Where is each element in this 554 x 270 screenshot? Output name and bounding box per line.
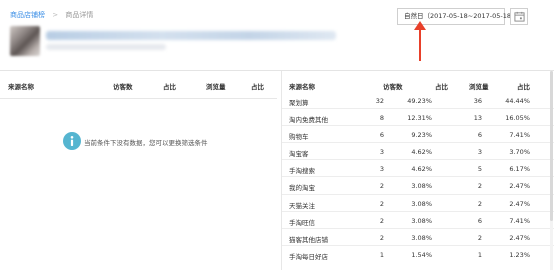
table-row: 购物车 6 9.23% 6 7.41%	[282, 126, 554, 144]
table-row: 我的淘宝 2 3.08% 2 2.47%	[282, 177, 554, 195]
visitor-ratio: 9.23%	[411, 131, 432, 140]
source-name: 天猫关注	[289, 201, 315, 210]
header-source-name: 来源名称	[8, 83, 34, 91]
view-ratio: 2.47%	[509, 199, 530, 208]
view-count: 6	[477, 216, 482, 225]
visitor-count: 3	[379, 165, 384, 174]
table-row: 淘宝客 3 4.62% 3 3.70%	[282, 143, 554, 161]
table-row: 手淘搜索 3 4.62% 5 6.17%	[282, 160, 554, 178]
right-source-table: 来源名称 访客数 占比 浏览量 占比 聚划算 32 49.23% 36 44.44% 淘内…	[281, 71, 554, 270]
visitor-count: 2	[379, 233, 384, 242]
breadcrumb-parent-link[interactable]: 商品店铺榜	[10, 11, 45, 19]
view-count: 13	[473, 114, 482, 123]
source-name: 猫客其他店铺	[289, 235, 328, 244]
view-count: 2	[477, 233, 482, 242]
view-ratio: 7.41%	[509, 216, 530, 225]
header-view-ratio: 占比	[517, 83, 530, 91]
visitor-count: 8	[379, 114, 384, 123]
breadcrumb-separator: >	[52, 11, 59, 19]
table-row: 淘内免费其他 8 12.31% 13 16.05%	[282, 109, 554, 127]
source-name: 手淘每日好店	[289, 252, 328, 261]
product-info	[10, 26, 340, 56]
visitor-ratio: 3.08%	[411, 233, 432, 242]
visitor-ratio: 3.08%	[411, 216, 432, 225]
header-visitors[interactable]: 访客数	[383, 81, 403, 91]
breadcrumb: 商品店铺榜 > 商品详情	[10, 10, 93, 20]
left-source-table: 来源名称 访客数 占比 浏览量 占比 当前条件下没有数据，您可以更换筛选条件	[0, 71, 277, 270]
view-ratio: 2.47%	[509, 233, 530, 242]
product-subtitle-redacted	[46, 44, 166, 50]
info-icon	[63, 132, 81, 150]
calendar-icon	[514, 11, 525, 22]
header-visitors[interactable]: 访客数	[113, 81, 133, 91]
visitor-ratio: 4.62%	[411, 165, 432, 174]
view-count: 6	[477, 131, 482, 140]
view-ratio: 3.70%	[509, 148, 530, 157]
view-count: 3	[477, 148, 482, 157]
visitor-count: 2	[379, 182, 384, 191]
view-ratio: 16.05%	[505, 114, 530, 123]
view-count: 2	[477, 199, 482, 208]
table-row: 猫客其他店铺 2 3.08% 2 2.47%	[282, 229, 554, 246]
scrollbar-thumb[interactable]	[550, 71, 553, 221]
visitor-count: 2	[379, 199, 384, 208]
visitor-count: 2	[379, 216, 384, 225]
view-ratio: 1.23%	[509, 250, 530, 259]
visitor-ratio: 3.08%	[411, 199, 432, 208]
header-views[interactable]: 浏览量	[206, 81, 226, 91]
breadcrumb-current: 商品详情	[65, 11, 94, 19]
view-count: 1	[477, 250, 482, 259]
visitor-ratio: 1.54%	[411, 250, 432, 259]
header-view-ratio: 占比	[251, 83, 264, 91]
visitor-count: 32	[375, 97, 384, 105]
view-count: 2	[477, 182, 482, 191]
right-table-body: 聚划算 32 49.23% 36 44.44% 淘内免费其他 8 12.31% 13 16.05%…	[282, 92, 554, 263]
view-ratio: 6.17%	[509, 165, 530, 174]
header-visitor-ratio: 占比	[435, 83, 448, 91]
visitor-ratio: 12.31%	[407, 114, 432, 123]
view-ratio: 44.44%	[505, 97, 530, 105]
visitor-ratio: 49.23%	[407, 97, 432, 105]
source-name: 淘内免费其他	[289, 116, 328, 125]
header-visitor-ratio: 占比	[163, 83, 176, 91]
source-name: 淘宝客	[289, 150, 309, 159]
view-count: 5	[477, 165, 482, 174]
header-views[interactable]: 浏览量	[469, 81, 489, 91]
table-row: 手淘每日好店 1 1.54% 1 1.23%	[282, 246, 554, 263]
product-title-redacted[interactable]	[46, 31, 336, 40]
empty-state: 当前条件下没有数据，您可以更换筛选条件	[63, 132, 263, 154]
header-source-name: 来源名称	[289, 83, 315, 91]
annotation-arrow-icon	[414, 21, 426, 61]
visitor-ratio: 4.62%	[411, 148, 432, 157]
view-ratio: 7.41%	[509, 131, 530, 140]
view-ratio: 2.47%	[509, 182, 530, 191]
source-name: 聚划算	[289, 99, 309, 107]
product-thumbnail[interactable]	[10, 26, 40, 56]
view-count: 36	[473, 97, 482, 105]
visitor-count: 3	[379, 148, 384, 157]
visitor-count: 1	[379, 250, 384, 259]
source-name: 手淘搜索	[289, 167, 315, 176]
table-row: 聚划算 32 49.23% 36 44.44%	[282, 92, 554, 110]
source-name: 手淘旺信	[289, 218, 315, 227]
source-name: 购物车	[289, 133, 309, 142]
visitor-count: 6	[379, 131, 384, 140]
empty-state-message: 当前条件下没有数据，您可以更换筛选条件	[84, 139, 208, 147]
left-table-header: 来源名称 访客数 占比 浏览量 占比	[0, 71, 277, 99]
table-row: 天猫关注 2 3.08% 2 2.47%	[282, 195, 554, 212]
table-row: 手淘旺信 2 3.08% 6 7.41%	[282, 212, 554, 229]
calendar-button[interactable]	[510, 8, 528, 25]
visitor-ratio: 3.08%	[411, 182, 432, 191]
source-name: 我的淘宝	[289, 184, 315, 193]
